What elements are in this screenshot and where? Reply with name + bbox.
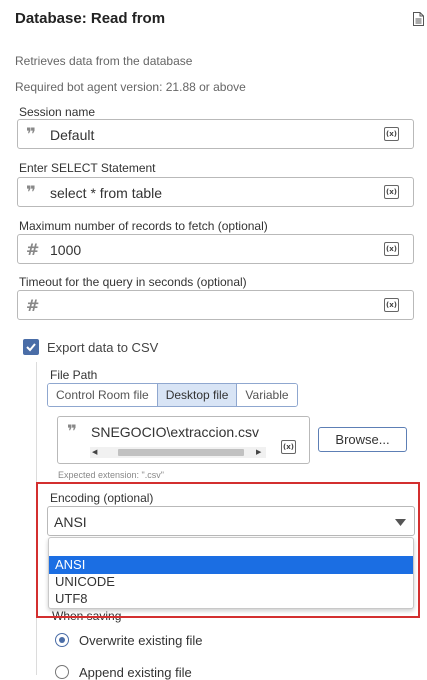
checkmark-icon — [26, 343, 36, 352]
session-name-value: Default — [50, 127, 95, 143]
hash-icon: # — [26, 240, 40, 259]
scroll-left-icon[interactable]: ◀ — [92, 448, 97, 456]
tab-control-room-file[interactable]: Control Room file — [48, 384, 158, 406]
file-path-label: File Path — [50, 368, 98, 382]
scrollbar-thumb[interactable] — [118, 449, 244, 456]
document-icon[interactable] — [413, 12, 424, 26]
insert-variable-button[interactable]: (x) — [384, 298, 399, 312]
panel-title: Database: Read from — [15, 10, 166, 27]
insert-variable-button[interactable]: (x) — [384, 127, 399, 141]
max-records-value: 1000 — [50, 242, 82, 258]
overwrite-radio[interactable] — [55, 633, 69, 647]
scroll-right-icon[interactable]: ▶ — [256, 448, 261, 456]
tab-desktop-file[interactable]: Desktop file — [157, 384, 238, 406]
session-name-label: Session name — [19, 105, 96, 119]
select-statement-label: Enter SELECT Statement — [19, 161, 156, 175]
timeout-label: Timeout for the query in seconds (option… — [19, 275, 247, 289]
expected-extension-hint: Expected extension: ".csv" — [58, 470, 164, 480]
overwrite-label: Overwrite existing file — [79, 633, 203, 648]
hash-icon: # — [26, 296, 40, 315]
quote-icon: ❞ — [67, 422, 77, 442]
horizontal-scrollbar[interactable]: ◀ ▶ — [90, 447, 266, 458]
select-statement-field[interactable]: ❞ select * from table (x) — [17, 177, 414, 207]
timeout-field[interactable]: # (x) — [17, 290, 414, 320]
append-label: Append existing file — [79, 665, 192, 680]
annotation-highlight-box — [36, 482, 420, 618]
insert-variable-button[interactable]: (x) — [281, 440, 296, 454]
session-name-field[interactable]: ❞ Default (x) — [17, 119, 414, 149]
radio-selected-icon — [55, 633, 69, 647]
file-path-value: SNEGOCIO\extraccion.csv — [91, 424, 260, 440]
version-note: Required bot agent version: 21.88 or abo… — [15, 80, 246, 94]
radio-unselected-icon — [55, 665, 69, 679]
max-records-field[interactable]: # 1000 (x) — [17, 234, 414, 264]
file-path-field[interactable]: ❞ SNEGOCIO\extraccion.csv ◀ ▶ (x) — [57, 416, 310, 464]
file-source-tabs: Control Room file Desktop file Variable — [47, 383, 298, 407]
export-csv-label: Export data to CSV — [47, 340, 159, 355]
export-csv-checkbox[interactable] — [23, 339, 39, 355]
insert-variable-button[interactable]: (x) — [384, 242, 399, 256]
quote-icon: ❞ — [26, 183, 36, 203]
append-radio[interactable] — [55, 665, 69, 679]
select-statement-value: select * from table — [50, 185, 163, 201]
quote-icon: ❞ — [26, 125, 36, 145]
action-description: Retrieves data from the database — [15, 54, 193, 68]
insert-variable-button[interactable]: (x) — [384, 185, 399, 199]
max-records-label: Maximum number of records to fetch (opti… — [19, 219, 268, 233]
browse-button[interactable]: Browse... — [318, 427, 407, 452]
tab-variable[interactable]: Variable — [237, 384, 297, 406]
